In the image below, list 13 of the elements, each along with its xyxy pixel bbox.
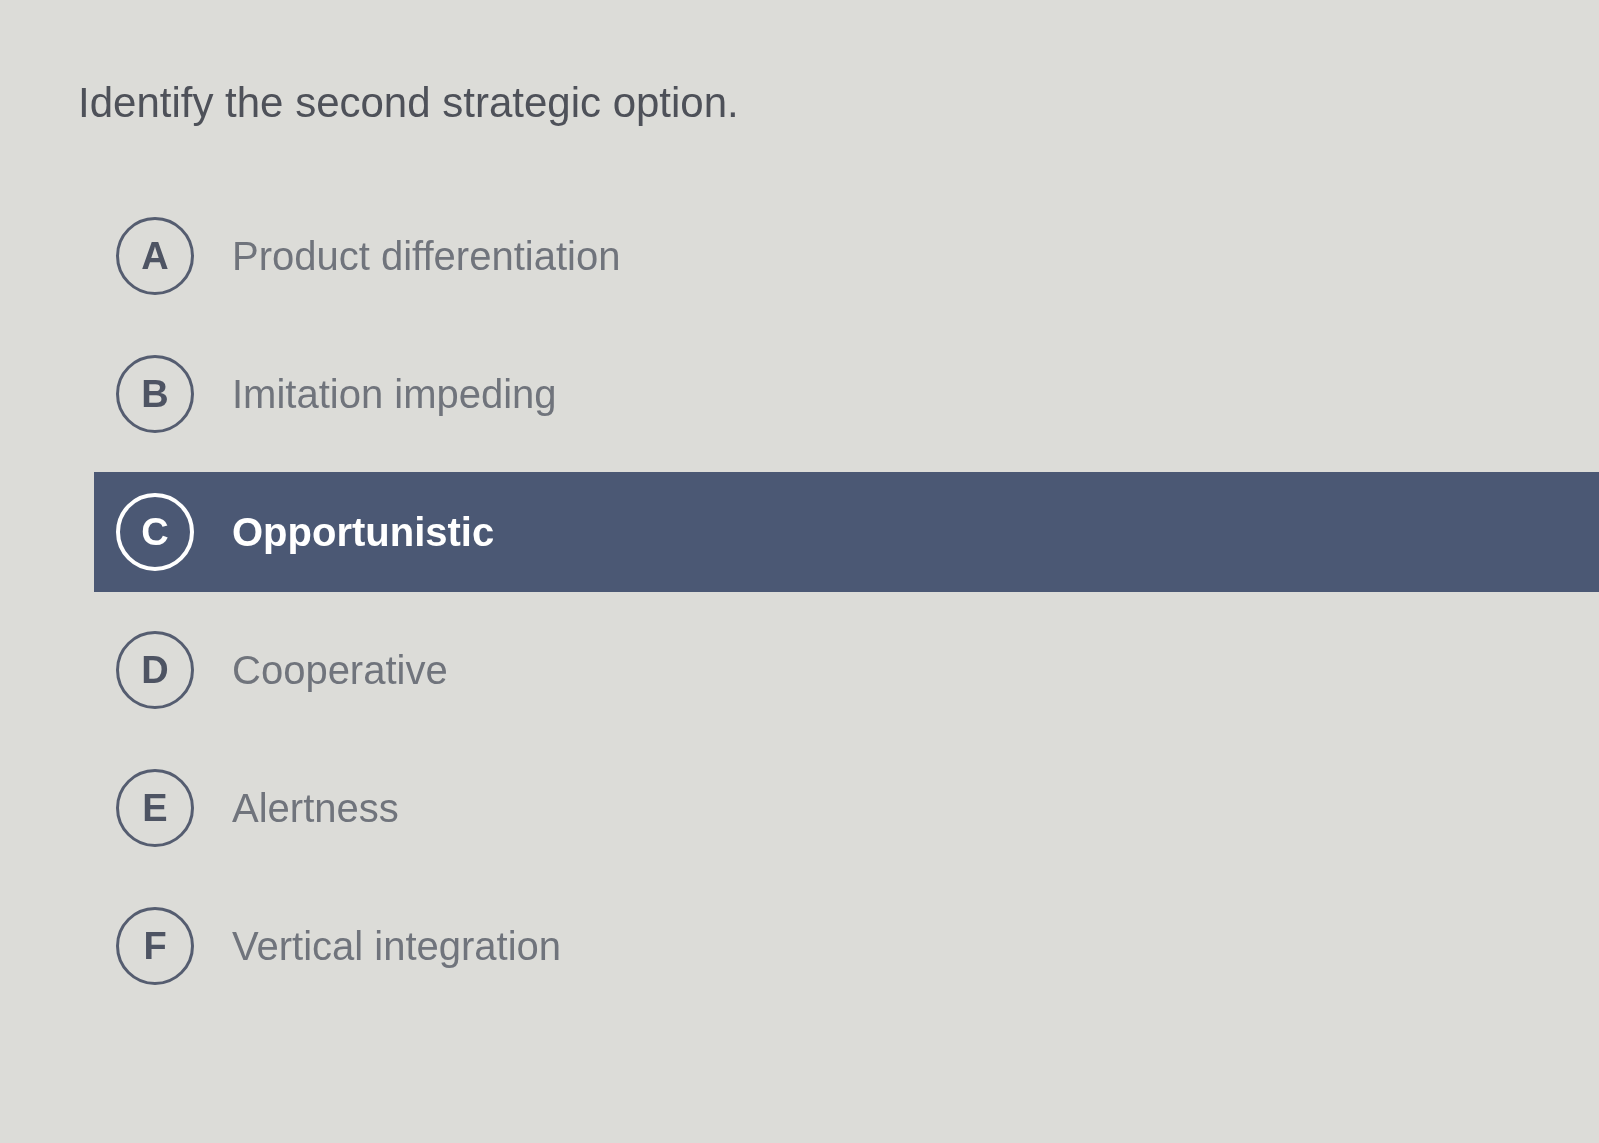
question-text: Identify the second strategic option.	[78, 78, 740, 128]
option-letter: C	[116, 493, 194, 572]
answer-option[interactable]: D Cooperative	[94, 610, 1599, 731]
option-letter: B	[116, 355, 194, 434]
answer-option[interactable]: F Vertical integration	[94, 886, 1599, 1007]
answer-option[interactable]: E Alertness	[94, 748, 1599, 869]
option-letter: F	[116, 907, 194, 986]
option-letter: E	[116, 769, 194, 848]
option-letter: D	[116, 631, 194, 710]
answer-option[interactable]: A Product differentiation	[94, 196, 1599, 317]
answer-option[interactable]: C Opportunistic	[94, 472, 1599, 593]
answer-option[interactable]: B Imitation impeding	[94, 334, 1599, 455]
option-letter: A	[116, 217, 194, 296]
